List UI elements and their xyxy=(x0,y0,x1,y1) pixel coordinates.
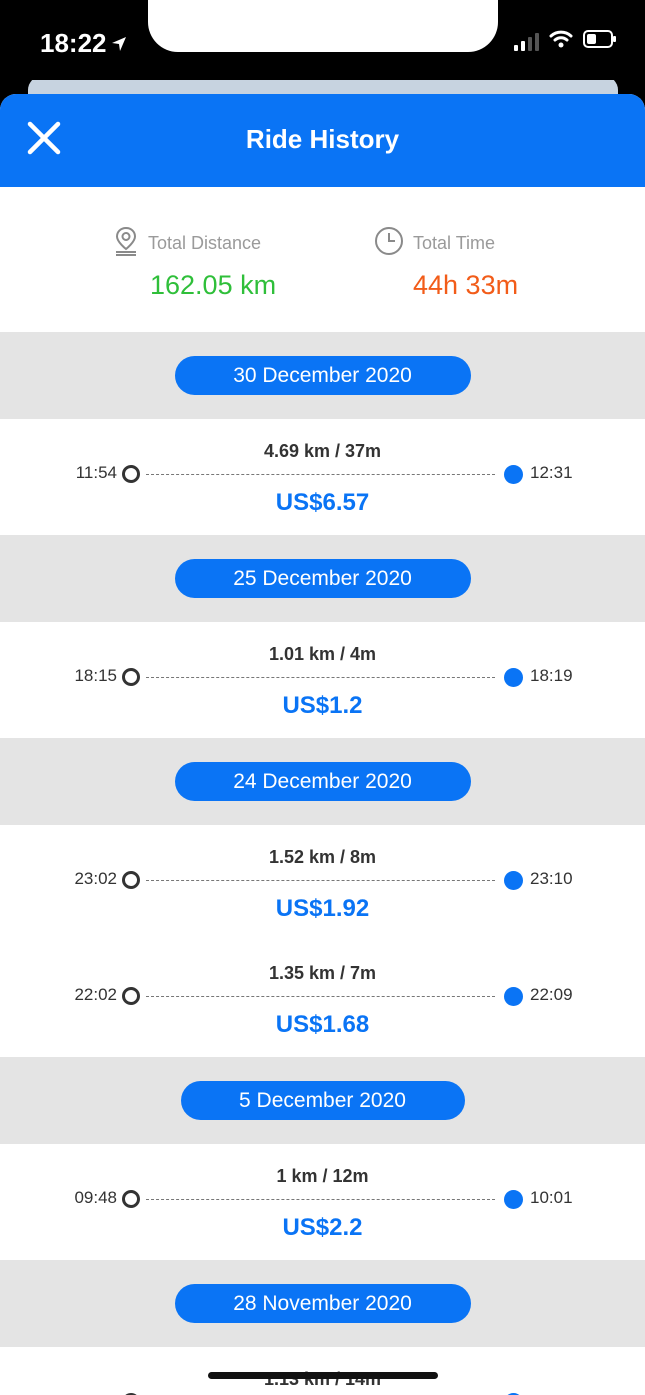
ride-timeline: 18:15 18:19 xyxy=(0,664,645,690)
ride-item[interactable]: 4.69 km / 37m 11:54 12:31 US$6.57 xyxy=(0,419,645,535)
ride-summary: 1.35 km / 7m xyxy=(268,963,377,983)
date-header: 28 November 2020 xyxy=(0,1260,645,1347)
ride-price: US$1.2 xyxy=(282,692,363,719)
date-header: 30 December 2020 xyxy=(0,332,645,419)
date-pill: 25 December 2020 xyxy=(174,559,471,598)
ride-timeline: 11:54 12:31 xyxy=(0,461,645,487)
ride-start-time: 23:02 xyxy=(74,869,117,888)
total-distance-value: 162.05 km xyxy=(150,270,277,300)
ride-summary: 1 km / 12m xyxy=(276,1166,369,1186)
ride-start-time: 18:15 xyxy=(74,666,117,685)
ride-end-time: 10:01 xyxy=(530,1188,573,1207)
ride-item[interactable]: 1 km / 12m 09:48 10:01 US$2.2 xyxy=(0,1144,645,1260)
route-line xyxy=(146,677,495,678)
route-line xyxy=(146,1199,495,1200)
end-point-icon xyxy=(504,1190,523,1209)
ride-summary: 4.69 km / 37m xyxy=(263,441,382,461)
route-line xyxy=(146,996,495,997)
ride-start-time: 09:48 xyxy=(74,1188,117,1207)
status-bar: 18:22 xyxy=(0,0,645,80)
ride-item[interactable]: 1.35 km / 7m 22:02 22:09 US$1.68 xyxy=(0,941,645,1057)
start-point-icon xyxy=(122,668,140,686)
cellular-signal-icon xyxy=(514,32,539,51)
total-time: Total Time 44h 33m xyxy=(373,225,518,301)
ride-price: US$6.57 xyxy=(275,489,370,516)
status-clock: 18:22 xyxy=(40,28,107,58)
route-line xyxy=(146,474,495,475)
total-distance: Total Distance 162.05 km xyxy=(112,225,276,301)
nav-bar: Ride History xyxy=(0,94,645,187)
ride-history-sheet: Ride History Total Distance 162.05 km To… xyxy=(0,94,645,1395)
ride-start-time: 22:02 xyxy=(74,985,117,1004)
end-point-icon xyxy=(504,987,523,1006)
battery-icon xyxy=(583,30,617,53)
route-line xyxy=(146,880,495,881)
ride-price: US$1.68 xyxy=(275,1011,370,1038)
date-header: 5 December 2020 xyxy=(0,1057,645,1144)
date-pill: 28 November 2020 xyxy=(174,1284,471,1323)
status-icons xyxy=(514,30,617,53)
date-header: 24 December 2020 xyxy=(0,738,645,825)
ride-end-time: 12:31 xyxy=(530,463,573,482)
page-title: Ride History xyxy=(245,124,400,154)
ride-timeline: 09:48 10:01 xyxy=(0,1186,645,1212)
totals-summary: Total Distance 162.05 km Total Time 44h … xyxy=(0,187,645,332)
total-time-value: 44h 33m xyxy=(413,270,519,300)
ride-item[interactable]: 1.13 km / 14m xyxy=(0,1347,645,1395)
ride-end-time: 22:09 xyxy=(530,985,573,1004)
home-indicator[interactable] xyxy=(208,1372,438,1379)
date-pill: 24 December 2020 xyxy=(174,762,471,801)
start-point-icon xyxy=(122,987,140,1005)
ride-timeline: 23:02 23:10 xyxy=(0,867,645,893)
total-distance-label: Total Distance xyxy=(148,233,262,253)
status-time: 18:22 xyxy=(40,28,127,59)
ride-summary: 1.52 km / 8m xyxy=(268,847,377,867)
ride-end-time: 18:19 xyxy=(530,666,573,685)
wifi-icon xyxy=(549,30,573,53)
start-point-icon xyxy=(122,871,140,889)
ride-timeline xyxy=(0,1389,645,1395)
ride-start-time: 11:54 xyxy=(75,463,117,482)
ride-price: US$2.2 xyxy=(282,1214,363,1241)
end-point-icon xyxy=(504,871,523,890)
start-point-icon xyxy=(122,465,140,483)
end-point-icon xyxy=(504,668,523,687)
notch xyxy=(148,0,498,52)
date-header: 25 December 2020 xyxy=(0,535,645,622)
clock-icon xyxy=(373,225,405,262)
ride-summary: 1.01 km / 4m xyxy=(268,644,377,664)
start-point-icon xyxy=(122,1190,140,1208)
total-time-label: Total Time xyxy=(413,233,496,253)
location-arrow-icon xyxy=(111,28,127,59)
ride-end-time: 23:10 xyxy=(530,869,573,888)
end-point-icon xyxy=(504,465,523,484)
ride-price: US$1.92 xyxy=(275,895,370,922)
ride-item[interactable]: 1.52 km / 8m 23:02 23:10 US$1.92 xyxy=(0,825,645,941)
location-pin-icon xyxy=(112,225,140,262)
date-pill: 30 December 2020 xyxy=(174,356,471,395)
ride-item[interactable]: 1.01 km / 4m 18:15 18:19 US$1.2 xyxy=(0,622,645,738)
ride-timeline: 22:02 22:09 xyxy=(0,983,645,1009)
date-pill: 5 December 2020 xyxy=(180,1081,465,1120)
